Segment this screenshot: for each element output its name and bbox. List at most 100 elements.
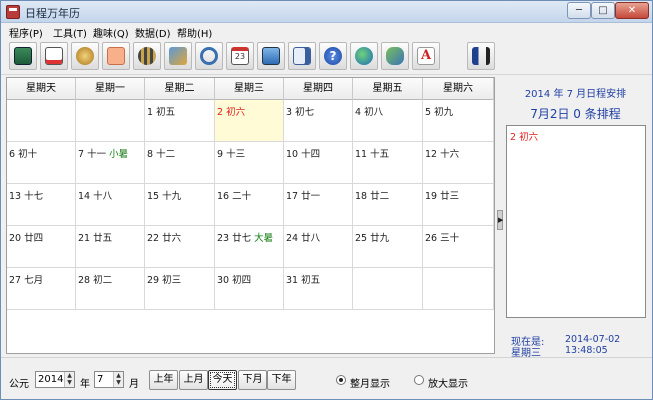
day-label: 27 七月 [9,272,43,286]
font-button[interactable]: A [412,42,440,70]
empty-day-cell[interactable] [423,268,494,310]
day-label: 8 十二 [147,146,175,160]
empty-day-cell[interactable] [7,100,76,142]
globe-icon [355,47,373,65]
month-spinner[interactable]: 7 ▲ ▼ [94,371,124,388]
day-cell[interactable]: 21 廿五 [76,226,145,268]
weekday-header: 星期天 星期一 星期二 星期三 星期四 星期五 星期六 [7,78,494,100]
day-lunar-text: 5 初九 [425,107,454,118]
calculator-button[interactable] [9,42,37,70]
schedule-list[interactable]: 2 初六 [506,125,646,318]
day-cell[interactable]: 14 十八 [76,184,145,226]
day-cell[interactable]: 31 初五 [284,268,353,310]
current-time: 13:48:05 [565,345,608,356]
calendar-button[interactable]: 23 [226,42,254,70]
today-button[interactable]: 今天 [208,370,237,390]
day-cell[interactable]: 12 十六 [423,142,494,184]
day-cell[interactable]: 17 廿一 [284,184,353,226]
day-cell[interactable]: 24 廿八 [284,226,353,268]
help-button[interactable]: ? [319,42,347,70]
schedule-list-item[interactable]: 2 初六 [510,129,538,143]
notepad-button[interactable] [40,42,68,70]
day-cell[interactable]: 19 廿三 [423,184,494,226]
day-cell[interactable]: 10 十四 [284,142,353,184]
day-label: 18 廿二 [355,188,389,202]
weekday-header-cell: 星期五 [353,78,423,100]
minimize-button[interactable]: ─ [567,2,591,19]
day-cell[interactable]: 6 初十 [7,142,76,184]
spin-arrows-icon[interactable]: ▲ ▼ [113,372,123,387]
day-cell[interactable]: 28 初二 [76,268,145,310]
day-cell[interactable]: 11 十五 [353,142,423,184]
export-button[interactable] [288,42,316,70]
day-lunar-text: 18 廿二 [355,191,390,202]
today-day-cell[interactable]: 2 初六 [215,100,284,142]
day-cell[interactable]: 27 七月 [7,268,76,310]
day-cell[interactable]: 20 廿四 [7,226,76,268]
day-label: 12 十六 [425,146,459,160]
next-year-button[interactable]: 下年 [267,370,296,390]
close-button[interactable]: ✕ [615,2,649,19]
day-label: 15 十九 [147,188,181,202]
day-cell[interactable]: 16 二十 [215,184,284,226]
day-label: 11 十五 [355,146,389,160]
day-cell[interactable]: 18 廿二 [353,184,423,226]
day-cell[interactable]: 1 初五 [145,100,215,142]
day-label: 13 十七 [9,188,43,202]
day-lunar-text: 27 七月 [9,275,44,286]
menu-tools[interactable]: 工具(T) [53,25,87,40]
menu-fun[interactable]: 趣味(Q) [93,25,129,40]
monitor-button[interactable] [257,42,285,70]
notepad-icon [45,47,63,65]
day-cell[interactable]: 8 十二 [145,142,215,184]
day-lunar-text: 23 廿七 [217,233,252,244]
next-month-button[interactable]: 下月 [238,370,267,390]
film-button[interactable] [133,42,161,70]
day-cell[interactable]: 3 初七 [284,100,353,142]
import-icon [169,47,187,65]
menu-program[interactable]: 程序(P) [9,25,43,40]
empty-day-cell[interactable] [353,268,423,310]
title-bar[interactable]: 日程万年历 ─ □ ✕ [1,1,652,23]
day-cell[interactable]: 5 初九 [423,100,494,142]
money-button[interactable] [71,42,99,70]
app-calendar-icon [6,5,20,19]
zoom-view-radio[interactable] [414,375,424,385]
day-cell[interactable]: 25 廿九 [353,226,423,268]
day-label: 4 初八 [355,104,383,118]
prev-month-button[interactable]: 上月 [179,370,208,390]
day-cell[interactable]: 29 初三 [145,268,215,310]
day-cell[interactable]: 9 十三 [215,142,284,184]
day-cell[interactable]: 26 三十 [423,226,494,268]
empty-day-cell[interactable] [76,100,145,142]
search-button[interactable] [195,42,223,70]
toolbar: 23 ? A [1,39,652,75]
year-spinner[interactable]: 2014 ▲ ▼ [35,371,75,388]
spin-arrows-icon[interactable]: ▲ ▼ [64,372,74,387]
day-cell[interactable]: 7 十一 小暑 [76,142,145,184]
day-cell[interactable]: 15 十九 [145,184,215,226]
zoom-view-label[interactable]: 放大显示 [428,375,468,390]
schedule-panel: 2014 年 7 月日程安排 7月2日 0 条排程 2 初六 现在是: 2014… [503,77,648,359]
day-lunar-text: 28 初二 [78,275,113,286]
note-button[interactable] [102,42,130,70]
solar-term-label: 大暑 [254,233,274,244]
prev-year-button[interactable]: 上年 [149,370,178,390]
day-label: 10 十四 [286,146,320,160]
day-cell[interactable]: 13 十七 [7,184,76,226]
day-cell[interactable]: 4 初八 [353,100,423,142]
menu-data[interactable]: 数据(D) [135,25,171,40]
month-view-radio[interactable] [336,375,346,385]
import-button[interactable] [164,42,192,70]
day-label: 3 初七 [286,104,314,118]
maximize-button[interactable]: □ [591,2,615,19]
globe-button[interactable] [350,42,378,70]
month-view-label[interactable]: 整月显示 [350,375,390,390]
menu-help[interactable]: 帮助(H) [177,25,212,40]
day-cell[interactable]: 30 初四 [215,268,284,310]
exit-button[interactable] [467,42,495,70]
day-cell[interactable]: 22 廿六 [145,226,215,268]
day-cell[interactable]: 23 廿七 大暑 [215,226,284,268]
day-lunar-text: 26 三十 [425,233,460,244]
user-search-button[interactable] [381,42,409,70]
